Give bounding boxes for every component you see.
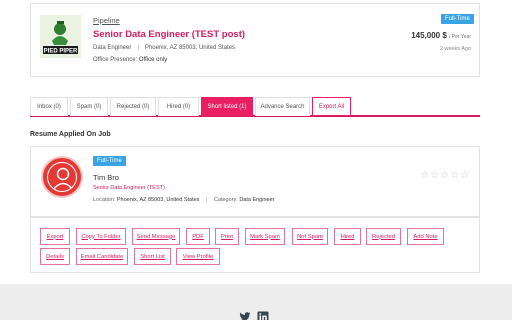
email-candidate-button[interactable]: Email Candidate bbox=[76, 248, 128, 265]
separator: | bbox=[137, 45, 139, 51]
posted-time: 2 weeks Ago bbox=[439, 46, 471, 52]
view-profile-button[interactable]: View Profile bbox=[176, 248, 220, 265]
job-title[interactable]: Senior Data Engineer (TEST post) bbox=[93, 29, 245, 40]
rejected-button[interactable]: Rejected bbox=[366, 228, 401, 245]
pipeline-link[interactable]: Pipeline bbox=[93, 16, 120, 25]
send-message-button[interactable]: Send Message bbox=[132, 228, 180, 245]
candidate-avatar[interactable] bbox=[41, 156, 83, 198]
tab-short-listed[interactable]: Short listed (1) bbox=[201, 97, 253, 116]
salary: 145,000 $ / Per Year bbox=[411, 31, 471, 40]
star-icon[interactable]: ☆ bbox=[460, 171, 469, 181]
tab-advance-search[interactable]: Advance Search bbox=[255, 97, 310, 116]
pied-piper-logo: PIED PIPER bbox=[40, 15, 81, 58]
add-note-button[interactable]: Add Note bbox=[407, 228, 444, 245]
job-card: PIED PIPER Pipeline Senior Data Engineer… bbox=[30, 3, 480, 77]
star-icon[interactable]: ☆ bbox=[450, 171, 459, 181]
svg-text:PIED PIPER: PIED PIPER bbox=[44, 49, 78, 55]
export-button[interactable]: Export bbox=[40, 228, 70, 245]
star-rating[interactable]: ☆ ☆ ☆ ☆ ☆ bbox=[420, 171, 469, 181]
footer-social-icons bbox=[239, 311, 269, 320]
not-spam-button[interactable]: Not Spam bbox=[292, 228, 328, 245]
pdf-button[interactable]: PDF bbox=[186, 228, 210, 245]
user-avatar-icon bbox=[47, 162, 77, 192]
candidate-location: Location: Phoenix, AZ 85003, United Stat… bbox=[93, 197, 274, 203]
job-presence: Office Presence: Office only bbox=[93, 57, 167, 63]
star-icon[interactable]: ☆ bbox=[440, 171, 449, 181]
job-location: Phoenix, AZ 85003, United States bbox=[144, 45, 235, 51]
linkedin-icon[interactable] bbox=[257, 311, 269, 320]
presence-value: Office only bbox=[138, 57, 168, 63]
location-label: Location: bbox=[93, 197, 116, 203]
salary-period: / Per Year bbox=[449, 34, 471, 40]
candidate-employment-badge: Full-Time bbox=[93, 156, 126, 166]
short-list-button[interactable]: Short List bbox=[134, 248, 171, 265]
export-all-button[interactable]: Export All bbox=[312, 97, 351, 116]
tab-inbox[interactable]: Inbox (0) bbox=[30, 97, 68, 116]
hired-button[interactable]: Hired bbox=[334, 228, 361, 245]
mark-spam-button[interactable]: Mark Spam bbox=[245, 228, 285, 245]
star-icon[interactable]: ☆ bbox=[420, 171, 429, 181]
print-button[interactable]: Print bbox=[215, 228, 239, 245]
star-icon[interactable]: ☆ bbox=[430, 171, 439, 181]
copy-to-folder-button[interactable]: Copy To Folder bbox=[76, 228, 126, 245]
location-value: Phoenix, AZ 85003, United States bbox=[116, 197, 200, 203]
tab-rejected[interactable]: Rejected (0) bbox=[110, 97, 156, 116]
candidate-applied-job: Senior Data Engineer (TEST) bbox=[93, 185, 165, 191]
category-value: Data Engineer bbox=[239, 197, 275, 203]
presence-label: Office Presence: bbox=[93, 57, 138, 63]
actions-card: Export Copy To Folder Send Message PDF P… bbox=[30, 217, 480, 273]
details-button[interactable]: Details bbox=[40, 248, 70, 265]
salary-amount: 145,000 $ bbox=[411, 31, 447, 40]
employment-type-badge: Full-Time bbox=[441, 14, 474, 24]
job-meta: Data Engineer | Phoenix, AZ 85003, United … bbox=[93, 45, 235, 51]
candidate-name[interactable]: Tim Bro bbox=[93, 173, 119, 182]
tab-hired[interactable]: Hired (0) bbox=[158, 97, 199, 116]
tab-spam[interactable]: Spam (0) bbox=[70, 97, 108, 116]
separator: | bbox=[205, 197, 208, 203]
page: PIED PIPER Pipeline Senior Data Engineer… bbox=[0, 0, 512, 284]
applicant-tabs: Inbox (0) Spam (0) Rejected (0) Hired (0… bbox=[30, 97, 480, 117]
section-title: Resume Applied On Job bbox=[30, 131, 111, 138]
job-department: Data Engineer bbox=[93, 45, 132, 51]
category-label: Category: bbox=[213, 197, 238, 203]
twitter-icon[interactable] bbox=[239, 311, 251, 320]
resume-card: Full-Time Tim Bro Senior Data Engineer (… bbox=[30, 146, 480, 217]
